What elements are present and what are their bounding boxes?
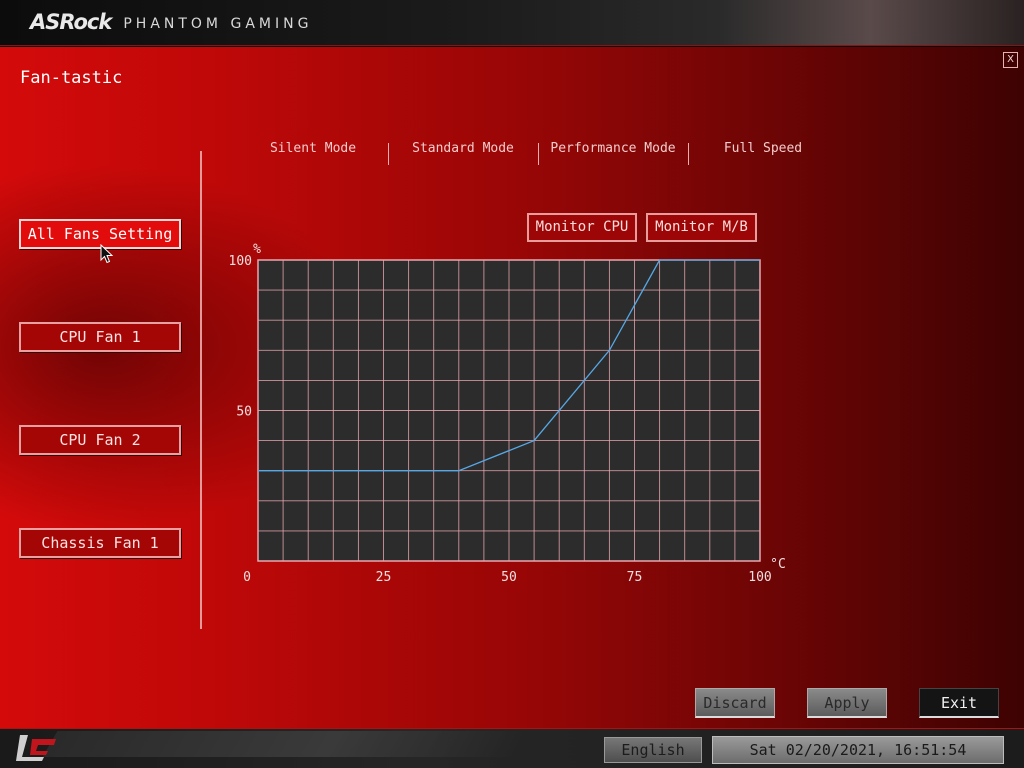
y-axis-label: % [253, 242, 261, 257]
fan-button-cpu-fan-2[interactable]: CPU Fan 2 [19, 425, 181, 455]
y-tick-label: 100 [230, 254, 252, 269]
x-tick-label: 50 [501, 570, 517, 585]
monitor-cpu-button[interactable]: Monitor CPU [527, 213, 637, 242]
fan-curve-chart[interactable]: 0 25 50 75 100 100 50% °C [230, 240, 790, 588]
exit-button[interactable]: Exit [919, 688, 999, 718]
phantom-gaming-logo-icon [16, 735, 56, 761]
discard-button[interactable]: Discard [695, 688, 775, 718]
tab-standard-mode[interactable]: Standard Mode [389, 141, 537, 161]
tab-full-speed[interactable]: Full Speed [689, 141, 837, 161]
monitor-mb-button[interactable]: Monitor M/B [646, 213, 757, 242]
x-tick-label: 100 [748, 570, 771, 585]
x-tick-label: 0 [243, 570, 251, 585]
x-tick-label: 25 [376, 570, 392, 585]
apply-button[interactable]: Apply [807, 688, 887, 718]
vertical-divider [200, 151, 202, 629]
footer-accent-stripe [42, 731, 528, 757]
tab-silent-mode[interactable]: Silent Mode [239, 141, 387, 161]
fan-button-chassis-fan-1[interactable]: Chassis Fan 1 [19, 528, 181, 558]
brand-subtitle: PHANTOM GAMING [123, 16, 313, 32]
tab-performance-mode[interactable]: Performance Mode [539, 141, 687, 161]
main-panel: Fan-tastic X All Fans Setting CPU Fan 1 … [0, 47, 1024, 728]
brand-logo: ASRock PHANTOM GAMING [30, 9, 312, 35]
close-button[interactable]: X [1003, 52, 1018, 68]
mouse-pointer-icon [100, 244, 114, 264]
top-bar: ASRock PHANTOM GAMING [0, 0, 1024, 46]
footer-bar: English Sat 02/20/2021, 16:51:54 [0, 728, 1024, 768]
fan-button-cpu-fan-1[interactable]: CPU Fan 1 [19, 322, 181, 352]
language-selector[interactable]: English [604, 737, 702, 763]
x-axis-label: °C [770, 557, 786, 572]
date-time-display: Sat 02/20/2021, 16:51:54 [712, 736, 1004, 764]
x-tick-label: 75 [627, 570, 643, 585]
brand-name: ASRock [30, 10, 112, 34]
page-title: Fan-tastic [20, 68, 123, 88]
y-tick-label: 50 [236, 405, 252, 420]
